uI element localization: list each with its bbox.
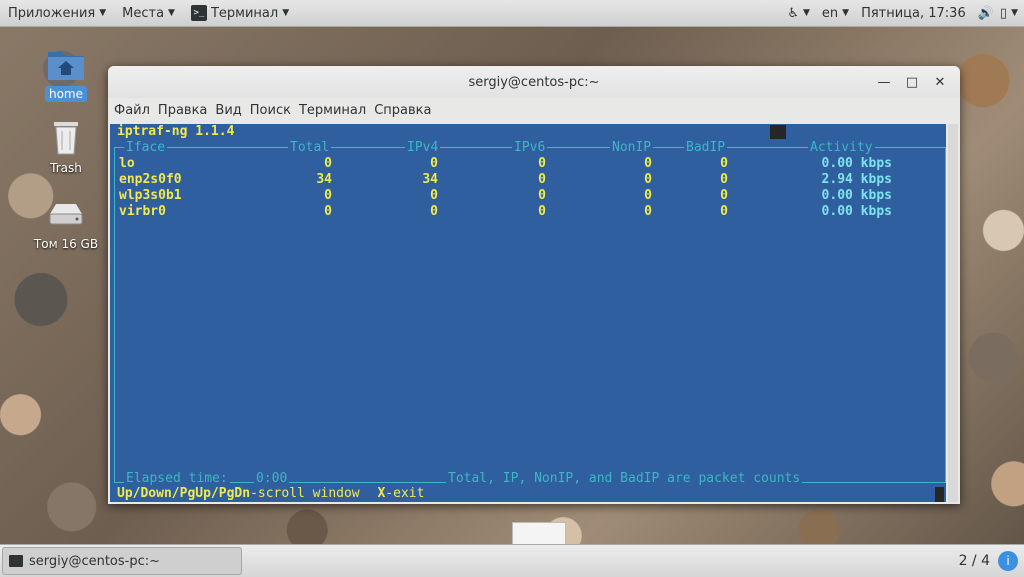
cell-ipv4: 0 <box>430 156 438 171</box>
cell-nonip: 0 <box>644 204 652 219</box>
cell-badip: 0 <box>720 204 728 219</box>
cursor-block <box>770 125 786 139</box>
help-scroll-key: Up/Down/PgUp/PgDn <box>117 486 251 501</box>
cell-badip: 0 <box>720 172 728 187</box>
bottom-taskbar: sergiy@centos-pc:~ 2 / 4 i <box>0 544 1024 577</box>
close-icon[interactable]: ✕ <box>926 75 954 90</box>
app-menu-label: Терминал <box>210 5 279 21</box>
top-bar: Приложения ▼ Места ▼ >_ Терминал ▼ ♿ ▼ e… <box>0 0 1024 27</box>
menu-bar: Файл Правка Вид Поиск Терминал Справка <box>108 98 960 123</box>
menu-file[interactable]: Файл <box>110 103 154 118</box>
workspace-indicator[interactable]: 2 / 4 <box>959 553 990 569</box>
language-menu[interactable]: en ▼ <box>816 0 855 26</box>
cell-activity: 0.00 kbps <box>821 156 892 171</box>
chevron-down-icon: ▼ <box>802 8 810 18</box>
cell-nonip: 0 <box>644 172 652 187</box>
menu-terminal[interactable]: Терминал <box>295 103 370 118</box>
cell-badip: 0 <box>720 156 728 171</box>
cell-total: 0 <box>324 204 332 219</box>
header-activity: Activity <box>808 140 875 155</box>
cell-ipv4: 34 <box>422 172 438 187</box>
header-nonip: NonIP <box>610 140 654 155</box>
taskbar-item-label: sergiy@centos-pc:~ <box>29 553 161 569</box>
program-title: iptraf-ng 1.1.4 <box>117 124 235 139</box>
maximize-icon[interactable]: □ <box>898 75 926 90</box>
chevron-down-icon: ▼ <box>282 8 290 18</box>
battery-icon: ▯ <box>999 5 1008 21</box>
cell-iface: enp2s0f0 <box>119 172 182 187</box>
accessibility-menu[interactable]: ♿ ▼ <box>781 0 816 26</box>
chevron-down-icon: ▼ <box>1011 8 1018 18</box>
menu-edit[interactable]: Правка <box>154 103 211 118</box>
cell-activity: 0.00 kbps <box>821 204 892 219</box>
menu-search[interactable]: Поиск <box>246 103 295 118</box>
volume-icon: 🔊 <box>977 5 994 21</box>
terminal-scrollbar[interactable] <box>948 124 958 502</box>
terminal-window: sergiy@centos-pc:~ — □ ✕ Файл Правка Вид… <box>108 66 960 504</box>
app-menu-terminal[interactable]: >_ Терминал ▼ <box>183 0 297 26</box>
desktop-icon-trash[interactable]: Trash <box>28 118 104 176</box>
cell-ipv6: 0 <box>538 156 546 171</box>
header-ipv6: IPv6 <box>512 140 548 155</box>
header-badip: BadIP <box>684 140 728 155</box>
help-scroll-text: -scroll window <box>250 486 360 501</box>
cell-iface: wlp3s0b1 <box>119 188 182 203</box>
cell-ipv6: 0 <box>538 204 546 219</box>
desktop-icon-home[interactable]: home <box>28 44 104 102</box>
trash-icon <box>54 122 78 155</box>
cell-iface: virbr0 <box>119 204 166 219</box>
cell-nonip: 0 <box>644 188 652 203</box>
clock[interactable]: Пятница, 17:36 <box>855 0 972 26</box>
clock-label: Пятница, 17:36 <box>861 5 966 21</box>
desktop-icon-volume[interactable]: Том 16 GB <box>28 194 104 252</box>
folder-home-icon <box>48 52 84 80</box>
drive-icon <box>49 204 83 225</box>
chevron-down-icon: ▼ <box>168 8 175 18</box>
menu-view[interactable]: Вид <box>211 103 245 118</box>
cell-iface: lo <box>119 156 135 171</box>
accessibility-icon: ♿ <box>787 5 799 21</box>
cell-activity: 2.94 kbps <box>821 172 892 187</box>
terminal-icon: >_ <box>190 5 207 21</box>
cell-ipv6: 0 <box>538 172 546 187</box>
desktop-icon-label: Trash <box>50 161 82 175</box>
cell-ipv4: 0 <box>430 188 438 203</box>
terminal-screen[interactable]: iptraf-ng 1.1.4 Iface Total IPv4 IPv6 No… <box>110 124 946 502</box>
help-exit-text: -exit <box>385 486 425 501</box>
notification-icon[interactable]: i <box>998 551 1018 571</box>
chevron-down-icon: ▼ <box>99 8 107 18</box>
cell-activity: 0.00 kbps <box>821 188 892 203</box>
cell-nonip: 0 <box>644 156 652 171</box>
header-ipv4: IPv4 <box>405 140 441 155</box>
packet-counts-note: Total, IP, NonIP, and BadIP are packet c… <box>446 471 803 486</box>
window-thumbnail <box>512 522 566 546</box>
cell-total: 34 <box>316 172 332 187</box>
chevron-down-icon: ▼ <box>842 8 850 18</box>
window-titlebar[interactable]: sergiy@centos-pc:~ — □ ✕ <box>108 66 960 98</box>
cell-ipv6: 0 <box>538 188 546 203</box>
header-iface: Iface <box>124 140 168 155</box>
window-title: sergiy@centos-pc:~ <box>468 74 600 90</box>
applications-menu[interactable]: Приложения ▼ <box>0 0 114 26</box>
applications-label: Приложения <box>8 5 96 21</box>
language-label: en <box>821 5 839 21</box>
taskbar-item-terminal[interactable]: sergiy@centos-pc:~ <box>2 547 242 575</box>
places-menu[interactable]: Места ▼ <box>114 0 183 26</box>
desktop-icon-label: home <box>44 86 88 102</box>
cell-ipv4: 0 <box>430 204 438 219</box>
cell-badip: 0 <box>720 188 728 203</box>
header-total: Total <box>288 140 332 155</box>
places-label: Места <box>122 5 165 21</box>
system-menu[interactable]: 🔊 ▯ ▼ <box>972 0 1024 26</box>
elapsed-label: Elapsed time: <box>124 471 230 486</box>
cell-total: 0 <box>324 156 332 171</box>
terminal-icon <box>9 555 23 567</box>
cell-total: 0 <box>324 188 332 203</box>
menu-help[interactable]: Справка <box>370 103 435 118</box>
elapsed-value: 0:00 <box>254 471 290 486</box>
cursor-bottom <box>935 487 944 502</box>
minimize-icon[interactable]: — <box>870 75 898 90</box>
desktop-icon-label: Том 16 GB <box>33 237 99 251</box>
help-bar: Up/Down/PgUp/PgDn-scroll window X-exit <box>117 486 424 501</box>
